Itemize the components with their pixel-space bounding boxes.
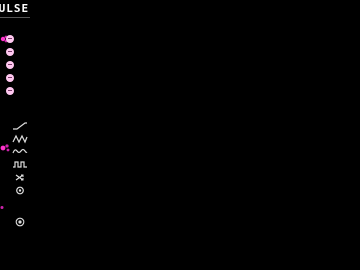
sine-wave-icon[interactable]: [12, 146, 28, 157]
preset-dot-1[interactable]: [6, 35, 14, 43]
preset-dot-3[interactable]: [6, 61, 14, 69]
sparkle-icon: [0, 206, 4, 209]
app-screen: PULSE: [0, 0, 360, 270]
preset-dot-4[interactable]: [6, 74, 14, 82]
logo-text: PULSE: [0, 2, 30, 15]
square-wave-icon[interactable]: [12, 159, 28, 170]
ramp-wave-icon[interactable]: [12, 120, 28, 131]
record-icon[interactable]: [15, 217, 25, 227]
logo-underline: [0, 17, 30, 18]
waveform-selector: [12, 120, 30, 198]
preset-list: [6, 35, 16, 100]
sawtooth-wave-icon[interactable]: [12, 133, 28, 144]
preset-dot-5[interactable]: [6, 87, 14, 95]
settings-icon[interactable]: [12, 185, 28, 196]
preset-dot-2[interactable]: [6, 48, 14, 56]
shuffle-icon[interactable]: [12, 172, 28, 183]
sparkle-icon: [0, 144, 10, 152]
app-logo: PULSE: [0, 1, 30, 19]
